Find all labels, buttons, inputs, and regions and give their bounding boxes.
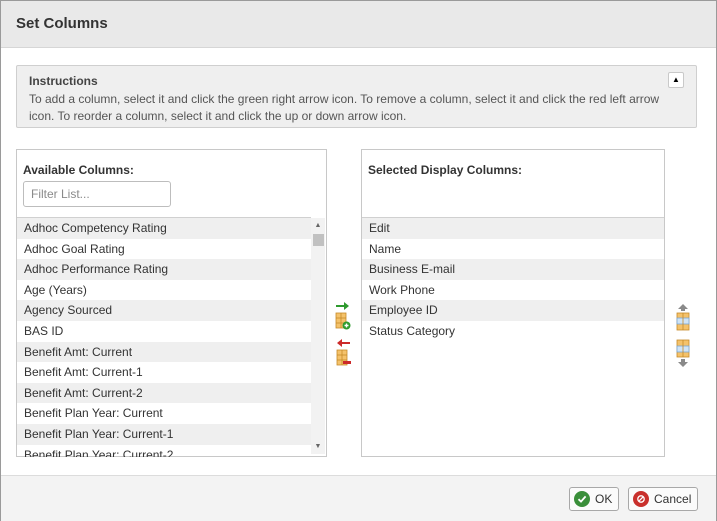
list-item[interactable]: Adhoc Competency Rating — [17, 218, 311, 239]
list-item[interactable]: Edit — [362, 218, 664, 239]
dialog-footer: OK Cancel — [1, 475, 716, 521]
set-columns-dialog: Set Columns Instructions To add a column… — [0, 0, 717, 521]
list-item[interactable]: Adhoc Goal Rating — [17, 239, 311, 260]
filter-list-input[interactable] — [23, 181, 171, 207]
list-item[interactable]: Status Category — [362, 321, 664, 342]
scroll-up-arrow-icon[interactable]: ▲ — [311, 220, 325, 232]
available-columns-list[interactable]: Adhoc Competency Rating Adhoc Goal Ratin… — [17, 217, 311, 457]
move-down-button[interactable] — [674, 338, 692, 368]
triangle-up-icon: ▲ — [672, 75, 680, 84]
available-columns-title: Available Columns: — [23, 163, 134, 177]
selected-columns-panel: Selected Display Columns: Edit Name Busi… — [361, 149, 665, 457]
instructions-heading: Instructions — [29, 74, 98, 88]
checkmark-icon — [574, 491, 590, 507]
available-columns-panel: Available Columns: Adhoc Competency Rati… — [16, 149, 327, 457]
list-item[interactable]: Benefit Plan Year: Current-2 — [17, 445, 311, 457]
remove-column-button[interactable] — [334, 338, 352, 368]
selected-columns-list[interactable]: Edit Name Business E-mail Work Phone Emp… — [362, 217, 664, 457]
instructions-text: To add a column, select it and click the… — [29, 92, 660, 123]
selected-columns-title: Selected Display Columns: — [368, 163, 523, 177]
list-item[interactable]: Adhoc Performance Rating — [17, 259, 311, 280]
list-item[interactable]: Benefit Plan Year: Current — [17, 403, 311, 424]
list-item[interactable]: Benefit Amt: Current-1 — [17, 362, 311, 383]
dialog-title-bar: Set Columns — [1, 1, 716, 48]
list-item[interactable]: Benefit Amt: Current-2 — [17, 382, 311, 404]
ok-button[interactable]: OK — [569, 487, 620, 511]
dialog-title: Set Columns — [16, 15, 108, 32]
cancel-label: Cancel — [654, 492, 692, 506]
list-item[interactable]: BAS ID — [17, 321, 311, 342]
move-up-icon — [676, 304, 690, 331]
scrollbar-thumb[interactable] — [313, 234, 324, 246]
list-item[interactable]: Benefit Plan Year: Current-1 — [17, 423, 311, 445]
list-item[interactable]: Business E-mail — [362, 259, 664, 280]
add-column-icon — [335, 302, 351, 330]
collapse-instructions-button[interactable]: ▲ — [668, 72, 684, 88]
available-list-scrollbar[interactable]: ▲ ▼ — [311, 218, 325, 454]
cancel-icon — [633, 491, 649, 507]
list-item[interactable]: Name — [362, 239, 664, 260]
scroll-down-arrow-icon[interactable]: ▼ — [311, 441, 325, 453]
ok-label: OK — [595, 492, 613, 506]
list-item[interactable]: Age (Years) — [17, 280, 311, 301]
add-column-button[interactable] — [334, 301, 352, 331]
instructions-panel: Instructions To add a column, select it … — [16, 65, 697, 128]
list-item[interactable]: Agency Sourced — [17, 300, 311, 321]
remove-column-icon — [336, 339, 351, 366]
list-item[interactable]: Benefit Amt: Current — [17, 341, 311, 363]
list-item[interactable]: Work Phone — [362, 280, 664, 301]
move-up-button[interactable] — [674, 303, 692, 333]
cancel-button[interactable]: Cancel — [628, 487, 699, 511]
move-down-icon — [676, 339, 690, 367]
list-item[interactable]: Employee ID — [362, 300, 664, 321]
